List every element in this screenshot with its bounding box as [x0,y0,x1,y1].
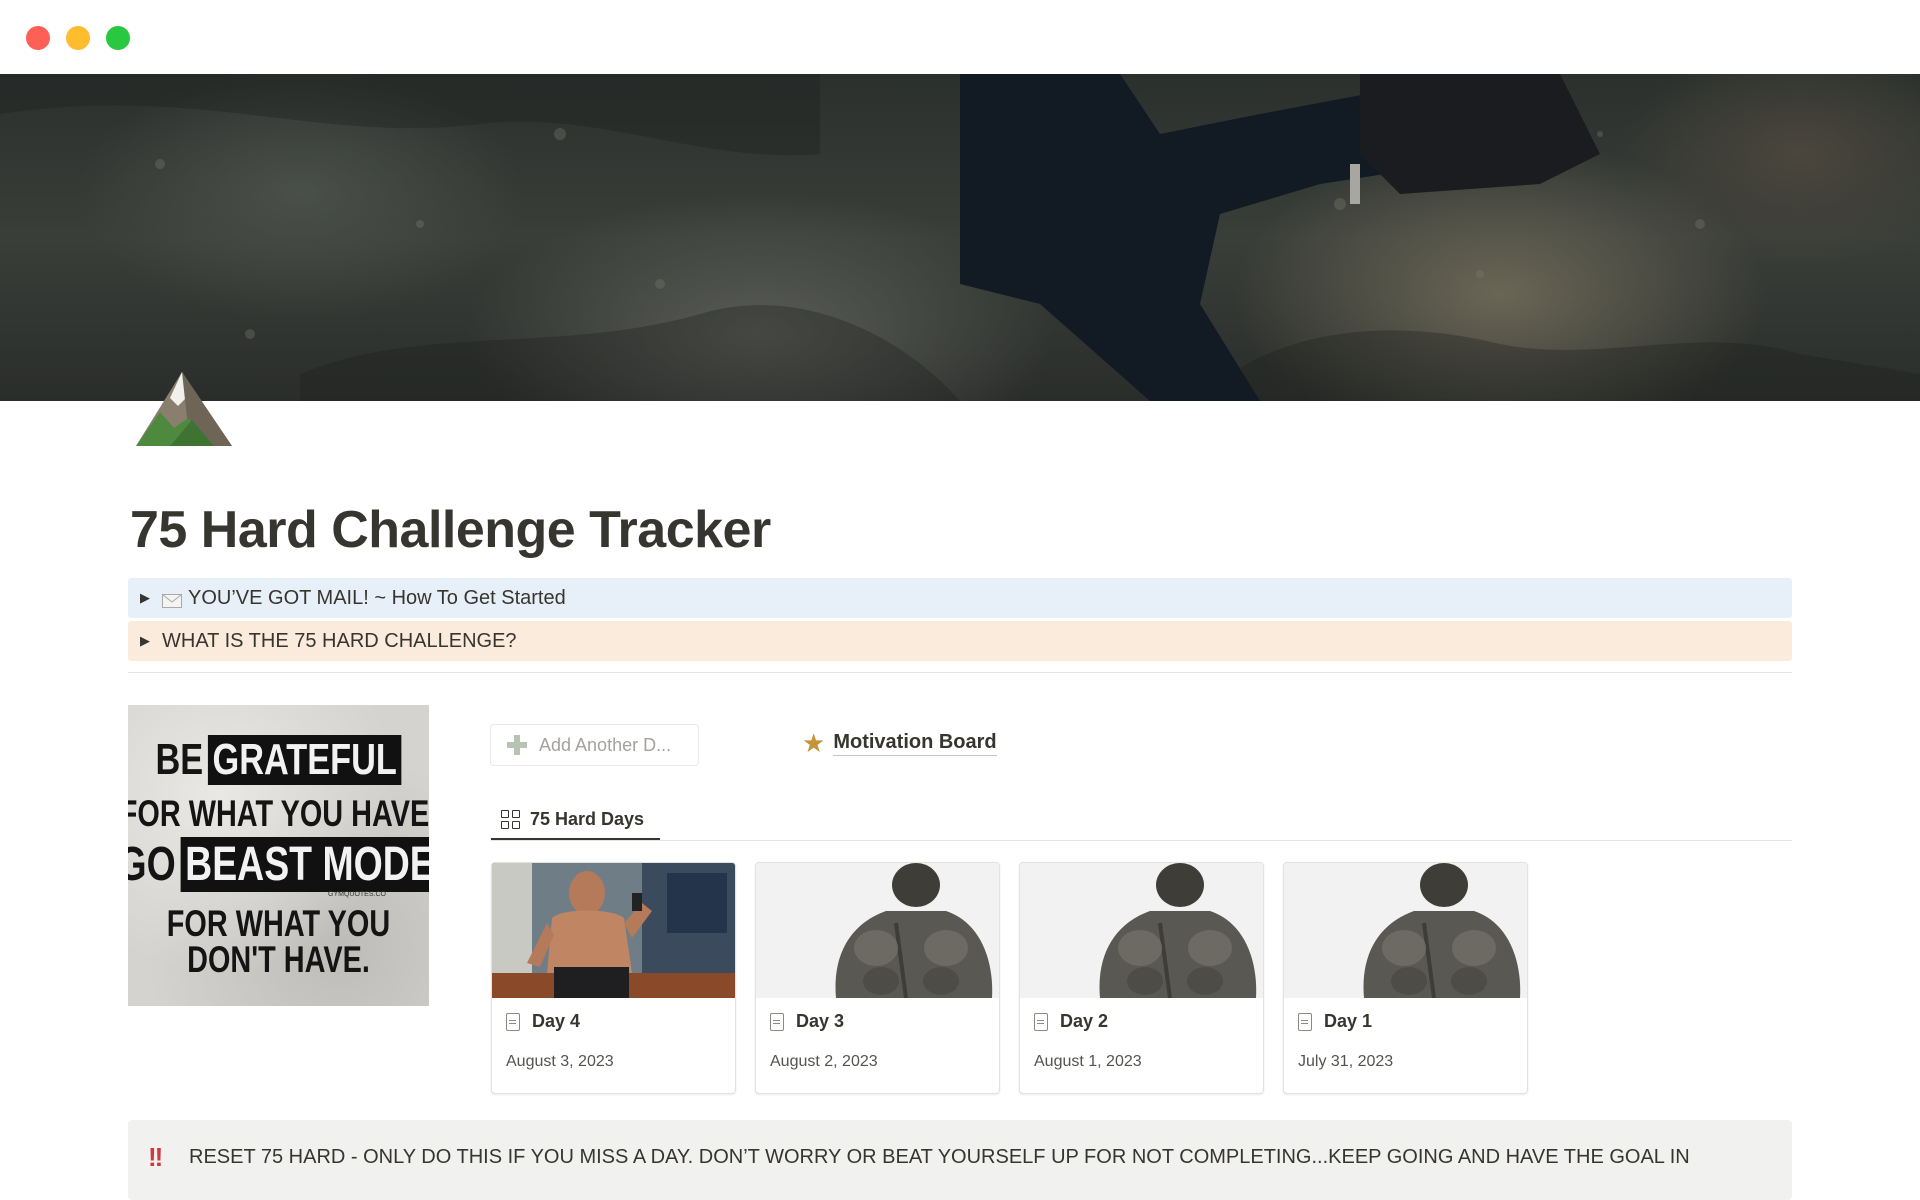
card-title-text: Day 3 [796,1011,845,1031]
plus-icon [505,733,529,757]
tab-75-hard-days[interactable]: 75 Hard Days [491,798,654,840]
toggle-label: WHAT IS THE 75 HARD CHALLENGE? [162,629,517,652]
add-button-label: Add Another D... [539,734,672,755]
motivation-board-label: Motivation Board [833,731,997,756]
toggle-what-is-75-hard[interactable]: ▶ WHAT IS THE 75 HARD CHALLENGE? [128,621,1792,661]
page-icon [770,1012,784,1031]
poster-line: DON'T HAVE. [187,939,370,980]
add-another-day-button[interactable]: Add Another D... [490,724,699,766]
window-titlebar [0,0,1920,74]
poster-line: GOBEAST MODE [128,837,429,892]
card-date: July 31, 2023 [1298,1053,1394,1070]
card-date: August 3, 2023 [506,1053,614,1070]
reset-callout[interactable]: !! RESET 75 HARD - ONLY DO THIS IF YOU M… [128,1120,1792,1200]
gallery-card-day-1[interactable]: Day 1 July 31, 2023 [1283,862,1528,1094]
gallery-card-day-4[interactable]: Day 4 August 3, 2023 [491,862,736,1094]
motivational-poster-image[interactable]: BEGRATEFUL FOR WHAT YOU HAVE. GOBEAST MO… [128,705,429,1006]
poster-line: BE GRATEFUL [156,735,402,785]
poster-line: FOR WHAT YOU HAVE. [128,793,429,834]
card-title: Day 1 [1298,1011,1372,1032]
tab-divider [491,840,1792,841]
tab-label: 75 Hard Days [530,808,645,829]
card-date: August 1, 2023 [1034,1053,1142,1070]
star-icon: ★ [802,727,826,758]
divider [128,672,1792,673]
page-icon [1034,1012,1048,1031]
gallery-icon [501,809,520,829]
page-icon [1298,1012,1312,1031]
zoom-window-button[interactable] [106,26,130,50]
card-cover-image [492,863,735,998]
gallery-card-day-2[interactable]: Day 2 August 1, 2023 [1019,862,1264,1094]
toggle-label: YOU’VE GOT MAIL! ~ How To Get Started [188,586,566,609]
minimize-window-button[interactable] [66,26,90,50]
toggle-how-to-get-started[interactable]: ▶ YOU’VE GOT MAIL! ~ How To Get Started [128,578,1792,618]
double-exclamation-icon: !! [148,1142,163,1172]
card-cover-image [756,863,999,998]
page-title[interactable]: 75 Hard Challenge Tracker [130,500,771,560]
cover-image [0,74,1920,401]
card-title: Day 4 [506,1011,580,1032]
card-title-text: Day 4 [532,1011,581,1031]
callout-text: RESET 75 HARD - ONLY DO THIS IF YOU MISS… [189,1146,1690,1168]
toggle-arrow-icon[interactable]: ▶ [128,590,162,606]
card-title: Day 3 [770,1011,844,1032]
card-title-text: Day 2 [1060,1011,1109,1031]
toggle-arrow-icon[interactable]: ▶ [128,633,162,649]
envelope-icon [162,591,182,608]
poster-credit: GYMQUOTES.CO [328,891,386,898]
mountain-icon[interactable] [130,368,238,452]
motivation-board-link[interactable]: ★ Motivation Board [802,726,997,760]
card-cover-image [1284,863,1527,998]
page-icon [506,1012,520,1031]
card-title-text: Day 1 [1324,1011,1373,1031]
card-title: Day 2 [1034,1011,1108,1032]
close-window-button[interactable] [26,26,50,50]
card-date: August 2, 2023 [770,1053,878,1070]
gallery-card-day-3[interactable]: Day 3 August 2, 2023 [755,862,1000,1094]
card-cover-image [1020,863,1263,998]
